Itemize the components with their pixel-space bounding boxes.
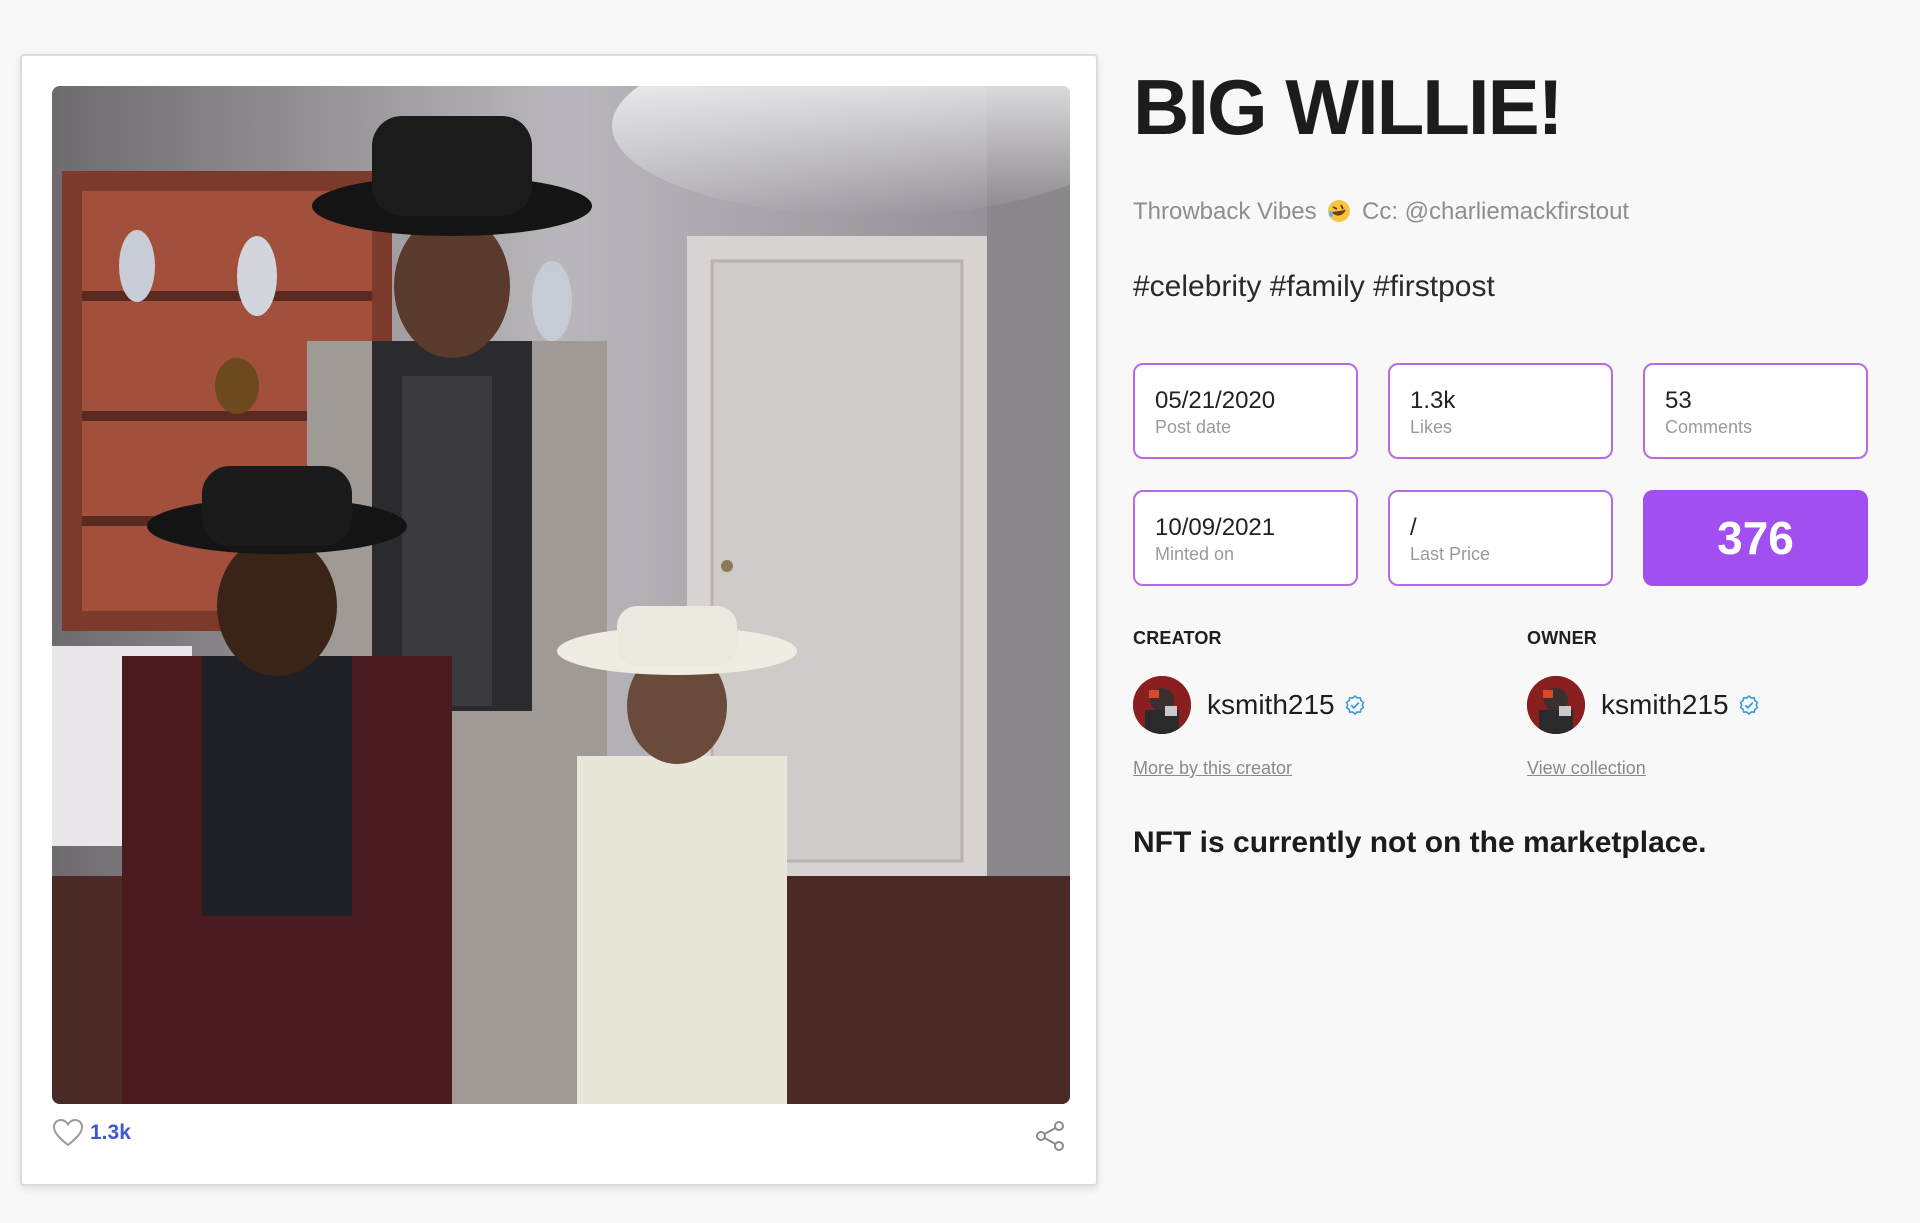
creator-label: CREATOR xyxy=(1133,628,1222,648)
marketplace-status: NFT is currently not on the marketplace. xyxy=(1133,826,1707,859)
creator-profile[interactable]: ksmith215 xyxy=(1133,676,1365,734)
score-badge: 376 xyxy=(1643,490,1868,586)
rolling-on-floor-laughing-emoji-icon xyxy=(1328,200,1351,222)
card-footer: 1.3k xyxy=(52,1118,1066,1162)
verified-badge-icon xyxy=(1739,695,1759,715)
stat-label: Likes xyxy=(1410,417,1453,437)
stat-label: Last Price xyxy=(1410,544,1491,564)
share-icon[interactable] xyxy=(1034,1120,1066,1152)
stat-value: / xyxy=(1410,514,1417,541)
stat-label: Post date xyxy=(1155,417,1232,437)
more-by-creator-link[interactable]: More by this creator xyxy=(1133,758,1292,779)
creator-username[interactable]: ksmith215 xyxy=(1207,689,1335,721)
owner-section: OWNER ksmith215 View collection xyxy=(1527,628,1759,778)
stat-last-price: / Last Price xyxy=(1388,490,1613,586)
owner-label: OWNER xyxy=(1527,628,1597,648)
stat-value: 05/21/2020 xyxy=(1155,387,1276,414)
nft-hashtags: #celebrity #family #firstpost xyxy=(1133,270,1495,303)
stat-value: 10/09/2021 xyxy=(1155,514,1276,541)
nft-image[interactable] xyxy=(52,86,1070,1104)
avatar[interactable] xyxy=(1527,676,1585,734)
nft-title: BIG WILLIE! xyxy=(1133,63,1564,151)
stat-value: 1.3k xyxy=(1410,387,1456,414)
owner-avatar-image xyxy=(1527,676,1585,734)
stat-post-date: 05/21/2020 Post date xyxy=(1133,363,1358,459)
view-collection-link[interactable]: View collection xyxy=(1527,758,1646,779)
nft-photo-illustration xyxy=(52,86,1070,1104)
stat-label: Minted on xyxy=(1155,544,1235,564)
like-count: 1.3k xyxy=(90,1121,131,1144)
verified-badge-icon xyxy=(1345,695,1365,715)
stat-value: 53 xyxy=(1665,387,1692,414)
owner-username[interactable]: ksmith215 xyxy=(1601,689,1729,721)
nft-description: Throwback Vibes Cc: @charliemackfirstout xyxy=(1133,198,1629,226)
heart-outline-icon[interactable] xyxy=(52,1118,84,1148)
description-cc: Cc: @charliemackfirstout xyxy=(1362,198,1630,225)
creator-avatar-image xyxy=(1133,676,1191,734)
avatar[interactable] xyxy=(1133,676,1191,734)
stat-label: Comments xyxy=(1665,417,1753,437)
stat-comments: 53 Comments xyxy=(1643,363,1868,459)
description-text: Throwback Vibes xyxy=(1133,198,1317,225)
nft-card: 1.3k xyxy=(20,54,1098,1186)
stat-minted-on: 10/09/2021 Minted on xyxy=(1133,490,1358,586)
owner-profile[interactable]: ksmith215 xyxy=(1527,676,1759,734)
stat-likes: 1.3k Likes xyxy=(1388,363,1613,459)
creator-section: CREATOR ksmith215 More by this creator xyxy=(1133,628,1365,778)
like-button[interactable]: 1.3k xyxy=(52,1118,131,1148)
